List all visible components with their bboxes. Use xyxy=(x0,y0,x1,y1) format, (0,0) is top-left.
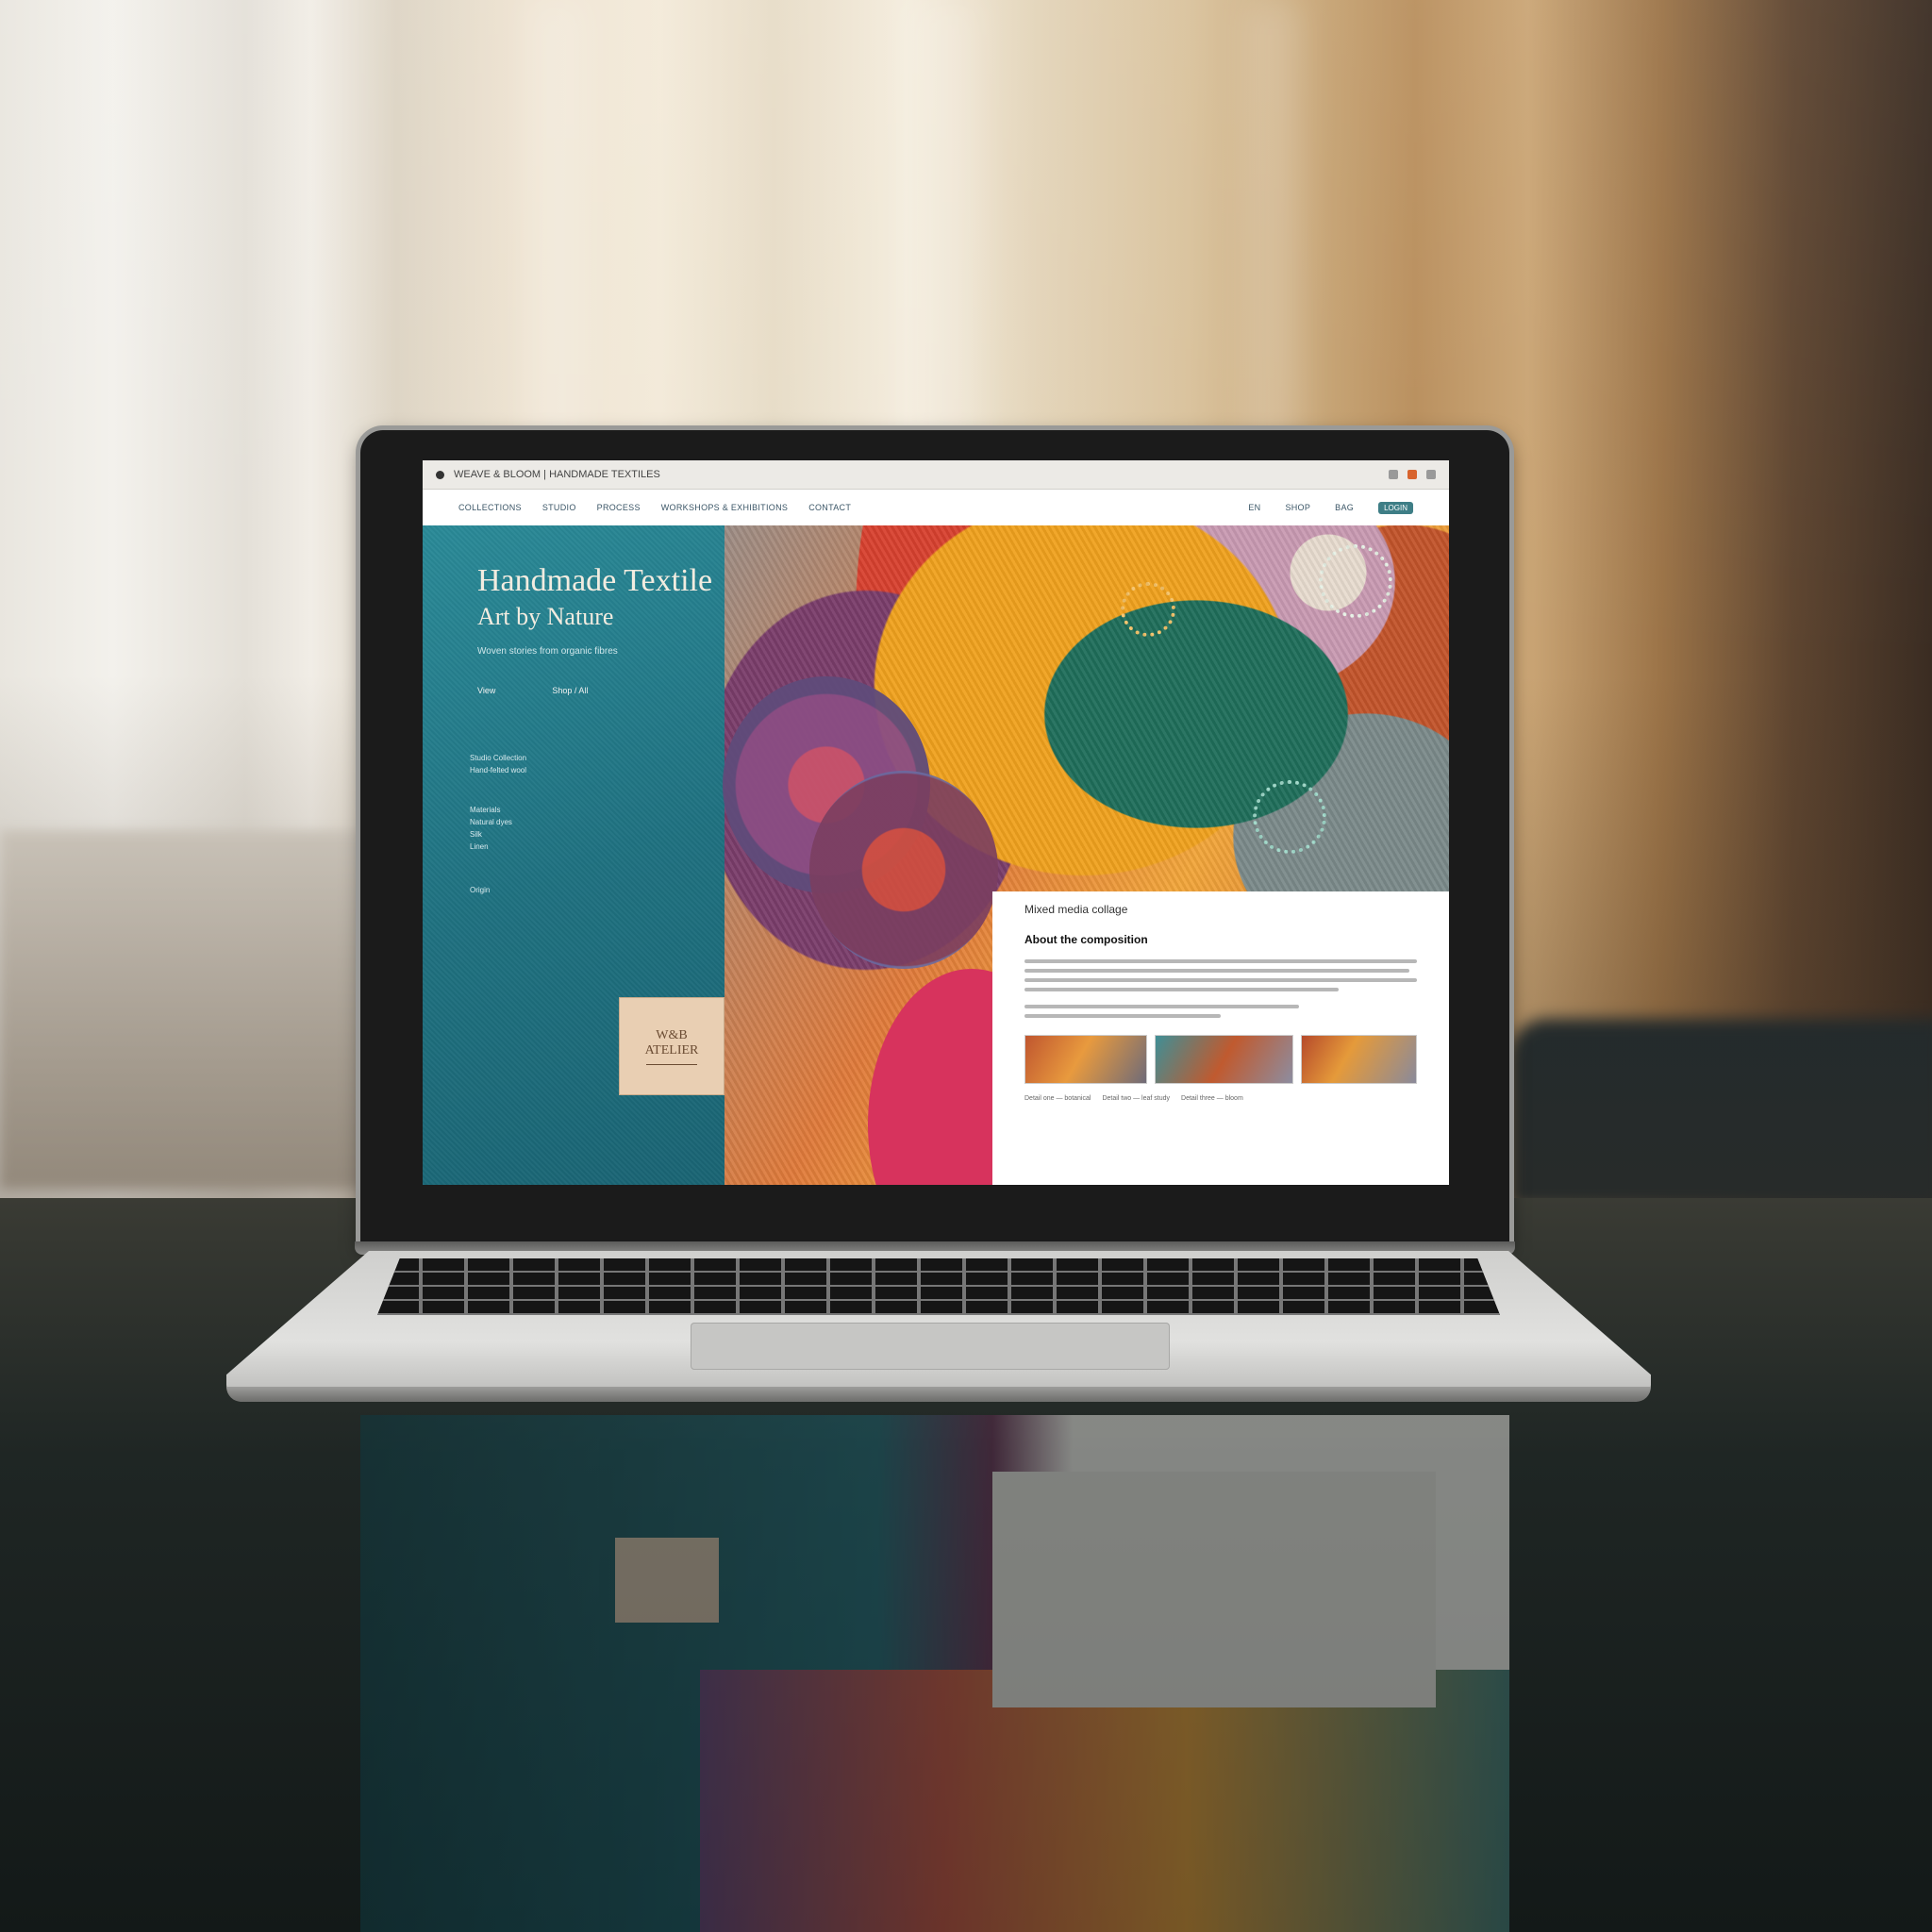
meta-line: Linen xyxy=(470,842,489,851)
nav-link-workshops[interactable]: WORKSHOPS & EXHIBITIONS xyxy=(661,503,788,512)
extension-icon[interactable] xyxy=(1407,470,1417,479)
reflection-badge xyxy=(615,1538,719,1623)
meta-line: Studio Collection xyxy=(470,754,527,762)
meta-line: Natural dyes xyxy=(470,818,512,826)
tabs-icon[interactable] xyxy=(1426,470,1436,479)
laptop-screen: WEAVE & BLOOM | HANDMADE TEXTILES COLLEC… xyxy=(423,460,1449,1185)
meta-block: Origin xyxy=(470,884,490,896)
info-card: Mixed media collage About the compositio… xyxy=(992,891,1449,1185)
badge-line: ATELIER xyxy=(644,1042,699,1058)
card-paragraph xyxy=(1024,959,1417,991)
meta-line: Materials xyxy=(470,806,501,814)
site-navigation: COLLECTIONS STUDIO PROCESS WORKSHOPS & E… xyxy=(423,490,1449,526)
trackpad[interactable] xyxy=(691,1323,1170,1370)
meta-line: Origin xyxy=(470,886,491,894)
badge-rule xyxy=(646,1063,697,1065)
login-button[interactable]: LOGIN xyxy=(1378,501,1413,514)
rose-motif xyxy=(809,771,998,969)
hero-title: Handmade Textile xyxy=(477,563,713,598)
table-reflection xyxy=(360,1415,1509,1932)
keyboard[interactable] xyxy=(377,1258,1500,1315)
thumbnail-caption: Detail three — bloom xyxy=(1181,1095,1243,1102)
card-title: About the composition xyxy=(1024,933,1148,946)
nav-link-studio[interactable]: STUDIO xyxy=(542,503,576,512)
reflection-card xyxy=(992,1472,1436,1707)
language-link[interactable]: EN xyxy=(1248,503,1260,512)
share-icon[interactable] xyxy=(1389,470,1398,479)
nav-link-collections[interactable]: COLLECTIONS xyxy=(458,503,522,512)
nav-link-contact[interactable]: CONTACT xyxy=(808,503,851,512)
meta-block: Studio Collection Hand-felted wool xyxy=(470,752,526,776)
brand-badge[interactable]: W&B ATELIER xyxy=(619,997,724,1095)
nav-utilities: EN SHOP BAG LOGIN xyxy=(1248,501,1413,514)
flower-motif xyxy=(1319,544,1392,618)
reflection-artwork xyxy=(700,1670,1509,1932)
bag-link[interactable]: BAG xyxy=(1335,503,1354,512)
thumbnail-image[interactable] xyxy=(1300,1035,1417,1084)
thumbnail-image[interactable] xyxy=(1154,1035,1293,1084)
hero-links: View Shop / All xyxy=(477,686,588,695)
thumbnail-caption: Detail one — botanical xyxy=(1024,1095,1091,1102)
meta-line: Hand-felted wool xyxy=(470,766,527,774)
nav-link-process[interactable]: PROCESS xyxy=(597,503,641,512)
browser-toolbar: WEAVE & BLOOM | HANDMADE TEXTILES xyxy=(423,460,1449,490)
chair xyxy=(1509,1019,1932,1208)
flower-motif xyxy=(1121,582,1175,637)
view-link[interactable]: View xyxy=(477,686,495,695)
card-kicker: Mixed media collage xyxy=(1024,903,1128,916)
shop-all-link[interactable]: Shop / All xyxy=(552,686,588,695)
badge-line: W&B xyxy=(656,1027,688,1042)
meta-block: Materials Natural dyes Silk Linen xyxy=(470,804,512,853)
url-text[interactable]: WEAVE & BLOOM | HANDMADE TEXTILES xyxy=(454,469,660,480)
thumbnail-row xyxy=(1024,1035,1417,1084)
shop-link[interactable]: SHOP xyxy=(1285,503,1310,512)
hero-subtitle-title: Art by Nature xyxy=(477,603,614,630)
laptop-base-edge xyxy=(226,1387,1651,1402)
apple-icon xyxy=(436,470,444,479)
card-paragraph xyxy=(1024,1005,1417,1018)
caption-row: Detail one — botanical Detail two — leaf… xyxy=(1024,1095,1417,1102)
meta-line: Silk xyxy=(470,830,482,839)
hero-tagline: Woven stories from organic fibres xyxy=(477,646,618,657)
flower-motif xyxy=(1253,780,1326,854)
thumbnail-caption: Detail two — leaf study xyxy=(1102,1095,1171,1102)
window-sill xyxy=(0,830,396,1189)
hero-section: Handmade Textile Art by Nature Woven sto… xyxy=(423,525,1449,1185)
thumbnail-image[interactable] xyxy=(1024,1035,1147,1084)
